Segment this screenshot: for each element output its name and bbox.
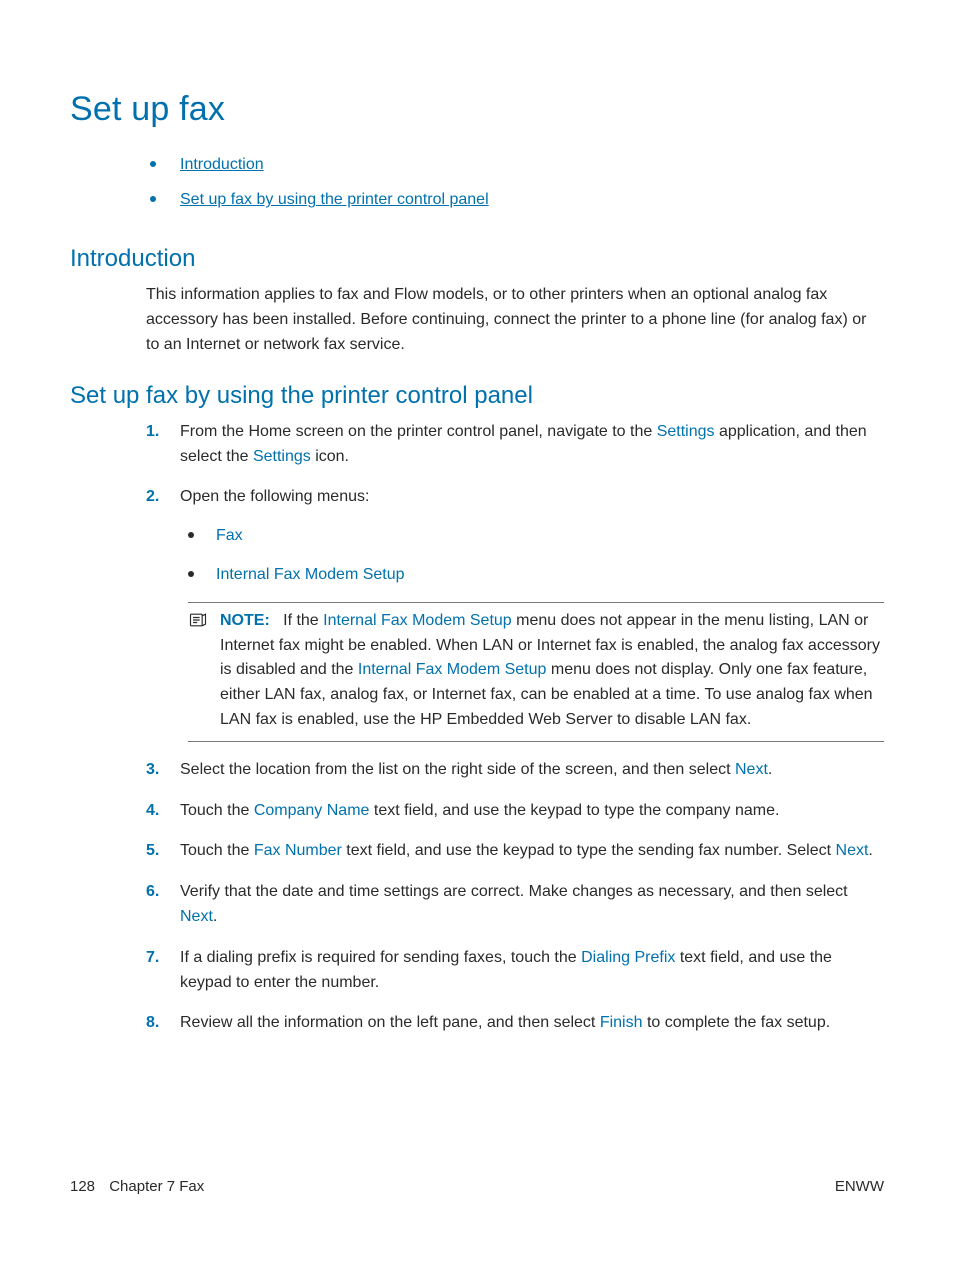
- toc-link-setup[interactable]: Set up fax by using the printer control …: [180, 191, 489, 208]
- ui-term-internal-fax-modem-setup-2: Internal Fax Modem Setup: [358, 661, 547, 678]
- note-label: NOTE:: [220, 612, 270, 629]
- ui-term-next-2: Next: [836, 842, 869, 859]
- heading-introduction: Introduction: [70, 245, 884, 273]
- step-6-pre: Verify that the date and time settings a…: [180, 883, 848, 900]
- step-8: Review all the information on the left p…: [146, 1011, 884, 1036]
- step-1: From the Home screen on the printer cont…: [146, 420, 884, 470]
- page-title: Set up fax: [70, 90, 884, 129]
- footer-page-number: 128: [70, 1178, 95, 1195]
- ui-term-internal-fax-modem-setup-1: Internal Fax Modem Setup: [323, 612, 512, 629]
- step-8-post: to complete the fax setup.: [643, 1014, 831, 1031]
- footer-left: 128 Chapter 7 Fax: [70, 1178, 204, 1195]
- ui-term-next-1: Next: [735, 761, 768, 778]
- step-1-text-post: icon.: [311, 448, 349, 465]
- steps-list: From the Home screen on the printer cont…: [70, 420, 884, 1036]
- step-3-post: .: [768, 761, 772, 778]
- step-4-pre: Touch the: [180, 802, 254, 819]
- menu-item-fax: Fax: [216, 524, 884, 549]
- heading-setup: Set up fax by using the printer control …: [70, 382, 884, 410]
- step-2-text: Open the following menus:: [180, 488, 369, 505]
- step-6-post: .: [213, 908, 217, 925]
- step-1-text-pre: From the Home screen on the printer cont…: [180, 423, 657, 440]
- toc-item-setup: Set up fax by using the printer control …: [180, 182, 884, 217]
- note-text: NOTE: If the Internal Fax Modem Setup me…: [220, 609, 884, 733]
- step-5: Touch the Fax Number text field, and use…: [146, 839, 884, 864]
- menu-item-internal-fax-modem-setup: Internal Fax Modem Setup: [216, 563, 884, 588]
- note-pre: If the: [283, 612, 323, 629]
- ui-term-settings-icon: Settings: [253, 448, 311, 465]
- step-3: Select the location from the list on the…: [146, 758, 884, 783]
- step-7-pre: If a dialing prefix is required for send…: [180, 949, 581, 966]
- footer-chapter: Chapter 7 Fax: [109, 1178, 204, 1195]
- step-3-pre: Select the location from the list on the…: [180, 761, 735, 778]
- step-4-post: text field, and use the keypad to type t…: [369, 802, 779, 819]
- note-block: NOTE: If the Internal Fax Modem Setup me…: [188, 602, 884, 742]
- step-2-menu-list: Fax Internal Fax Modem Setup: [180, 524, 884, 588]
- toc-list: Introduction Set up fax by using the pri…: [70, 147, 884, 217]
- ui-term-company-name: Company Name: [254, 802, 370, 819]
- ui-term-settings-app: Settings: [657, 423, 715, 440]
- step-5-mid: text field, and use the keypad to type t…: [342, 842, 836, 859]
- ui-term-finish: Finish: [600, 1014, 643, 1031]
- ui-term-fax-number: Fax Number: [254, 842, 342, 859]
- intro-paragraph: This information applies to fax and Flow…: [70, 283, 884, 357]
- step-2: Open the following menus: Fax Internal F…: [146, 485, 884, 741]
- toc-link-introduction[interactable]: Introduction: [180, 156, 264, 173]
- step-8-pre: Review all the information on the left p…: [180, 1014, 600, 1031]
- step-5-pre: Touch the: [180, 842, 254, 859]
- note-icon: [188, 609, 210, 733]
- footer-right: ENWW: [835, 1178, 884, 1195]
- step-5-post: .: [868, 842, 872, 859]
- step-4: Touch the Company Name text field, and u…: [146, 799, 884, 824]
- toc-item-introduction: Introduction: [180, 147, 884, 182]
- step-7: If a dialing prefix is required for send…: [146, 946, 884, 996]
- page-footer: 128 Chapter 7 Fax ENWW: [70, 1178, 884, 1195]
- step-6: Verify that the date and time settings a…: [146, 880, 884, 930]
- ui-term-dialing-prefix: Dialing Prefix: [581, 949, 675, 966]
- ui-term-next-3: Next: [180, 908, 213, 925]
